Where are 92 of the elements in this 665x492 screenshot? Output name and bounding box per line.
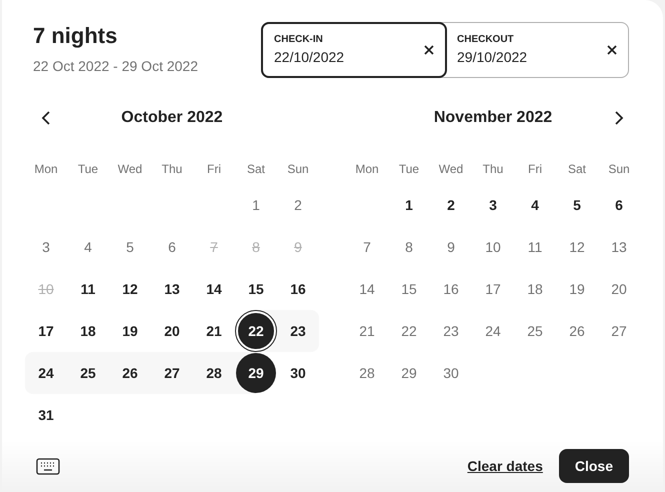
field-label: CHECKOUT — [457, 33, 515, 47]
weekday-label: Fri — [207, 161, 221, 178]
calendar-day: 5 — [126, 236, 134, 258]
calendar-day: 26 — [569, 320, 585, 342]
weekday-label: Wed — [118, 161, 142, 178]
selected-date[interactable]: 22 — [236, 311, 276, 351]
calendar-day[interactable]: 5 — [573, 194, 581, 216]
chevron-left-icon[interactable] — [41, 110, 51, 126]
month-title: October 2022 — [121, 108, 223, 128]
calendar-day[interactable]: 13 — [164, 278, 180, 300]
calendar-day: 18 — [527, 278, 543, 300]
weekday-label: Sun — [608, 161, 630, 178]
chevron-right-icon[interactable] — [614, 110, 624, 126]
weekday-label: Tue — [398, 161, 420, 178]
weekday-label: Sun — [287, 161, 309, 178]
calendar-day: 10 — [485, 236, 501, 258]
calendar-day[interactable]: 23 — [290, 320, 306, 342]
clear-dates-link[interactable]: Clear dates — [467, 456, 543, 476]
calendar-day[interactable]: 31 — [38, 404, 54, 426]
calendar-day: 23 — [443, 320, 459, 342]
calendar-day[interactable]: 1 — [405, 194, 413, 216]
calendar-day[interactable]: 27 — [164, 362, 180, 384]
calendar-day: 27 — [611, 320, 627, 342]
calendar-day: 28 — [359, 362, 375, 384]
weekday-label: Mon — [355, 161, 379, 178]
calendar-day: 19 — [569, 278, 585, 300]
weekday-label: Sat — [568, 161, 586, 178]
calendar-day[interactable]: 21 — [206, 320, 222, 342]
weekday-label: Thu — [162, 161, 182, 178]
close-icon[interactable] — [424, 45, 434, 55]
keyboard-icon[interactable] — [36, 458, 60, 474]
calendar-day[interactable]: 19 — [122, 320, 138, 342]
nights-title: 7 nights — [33, 22, 118, 50]
calendar-day: 9 — [447, 236, 455, 258]
weekday-label: Wed — [438, 161, 464, 178]
calendar-day[interactable]: 20 — [164, 320, 180, 342]
month-title: November 2022 — [434, 108, 552, 128]
calendar-day: 30 — [443, 362, 459, 384]
calendar-day[interactable]: 14 — [206, 278, 222, 300]
weekday-label: Tue — [78, 161, 98, 178]
calendar-day[interactable]: 30 — [290, 362, 306, 384]
calendar-day[interactable]: 25 — [80, 362, 96, 384]
close-button[interactable]: Close — [558, 449, 629, 483]
calendar-day: 14 — [359, 278, 375, 300]
calendar-day[interactable]: 4 — [531, 194, 539, 216]
calendar-day[interactable]: 28 — [206, 362, 222, 384]
calendar-day[interactable]: 11 — [80, 278, 96, 300]
calendar-day[interactable]: 6 — [615, 194, 623, 216]
calendar-day[interactable]: 17 — [38, 320, 54, 342]
calendar-day: 10 — [38, 278, 54, 300]
weekday-label: Thu — [482, 161, 504, 178]
field-label: CHECK-IN — [274, 33, 324, 47]
weekday-label: Fri — [528, 161, 542, 178]
date-field[interactable]: CHECK-IN 22/10/2022 — [261, 22, 447, 78]
calendar-day[interactable]: 18 — [80, 320, 96, 342]
calendar-day: 2 — [294, 194, 302, 216]
calendar-day[interactable]: 2 — [447, 194, 455, 216]
calendar-day: 13 — [611, 236, 627, 258]
weekday-label: Mon — [34, 161, 58, 178]
selected-date[interactable]: 29 — [236, 353, 276, 393]
calendar-day: 12 — [569, 236, 585, 258]
calendar-day[interactable]: 3 — [489, 194, 497, 216]
calendar-day: 8 — [405, 236, 413, 258]
calendar-day: 8 — [252, 236, 260, 258]
calendar-day: 25 — [527, 320, 543, 342]
calendar-day: 6 — [168, 236, 176, 258]
calendar-day[interactable]: 16 — [290, 278, 306, 300]
calendar-day: 21 — [359, 320, 375, 342]
calendar-day: 15 — [401, 278, 417, 300]
calendar-day: 24 — [485, 320, 501, 342]
calendar-day: 3 — [42, 236, 50, 258]
date-range-text: 22 Oct 2022 - 29 Oct 2022 — [33, 57, 198, 76]
field-value: 29/10/2022 — [457, 48, 528, 67]
calendar-day: 20 — [611, 278, 627, 300]
calendar-day[interactable]: 15 — [248, 278, 264, 300]
calendar-day: 4 — [84, 236, 92, 258]
calendar-day: 29 — [401, 362, 417, 384]
date-field[interactable]: CHECKOUT 29/10/2022 — [445, 22, 629, 78]
calendar-day: 16 — [443, 278, 459, 300]
calendar-day: 7 — [210, 236, 218, 258]
calendar-day[interactable]: 26 — [122, 362, 138, 384]
calendar-day: 17 — [485, 278, 501, 300]
weekday-label: Sat — [246, 161, 265, 178]
close-icon[interactable] — [607, 45, 617, 55]
calendar-day: 22 — [401, 320, 417, 342]
calendar-day[interactable]: 24 — [38, 362, 54, 384]
field-value: 22/10/2022 — [274, 48, 344, 67]
calendar-day: 1 — [252, 194, 260, 216]
calendar-day: 11 — [528, 236, 542, 258]
calendar-day[interactable]: 12 — [122, 278, 138, 300]
calendar-day: 9 — [294, 236, 302, 258]
calendar-day: 7 — [363, 236, 371, 258]
